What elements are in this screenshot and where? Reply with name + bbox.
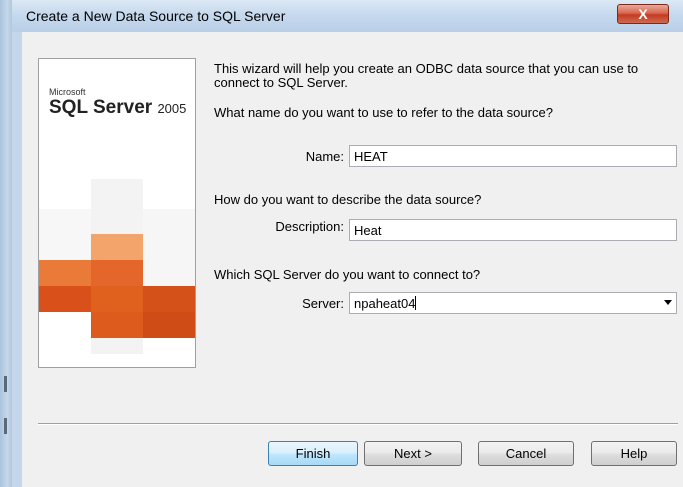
server-question: Which SQL Server do you want to connect … (214, 267, 481, 282)
product-name: SQL Server (49, 97, 153, 118)
microsoft-label: Microsoft (49, 87, 86, 97)
name-field[interactable]: HEAT (349, 145, 677, 167)
sql-server-banner: Microsoft SQL Server 2005 (38, 58, 196, 368)
banner-tile (91, 312, 143, 338)
finish-button[interactable]: Finish (268, 441, 358, 466)
server-label: Server: (302, 296, 344, 311)
description-field[interactable]: Heat (349, 219, 677, 241)
name-label: Name: (305, 149, 344, 164)
next-button[interactable]: Next > (364, 441, 462, 466)
banner-tile (91, 234, 143, 260)
description-question: How do you want to describe the data sou… (214, 192, 482, 207)
close-button[interactable]: X (617, 4, 669, 24)
banner-tile (39, 260, 91, 286)
window-frame (12, 32, 22, 487)
banner-tile (39, 286, 91, 312)
cancel-button[interactable]: Cancel (478, 441, 574, 466)
server-value: npaheat04 (354, 296, 416, 311)
button-divider (38, 423, 678, 425)
name-question: What name do you want to use to refer to… (214, 105, 553, 120)
intro-line-2: connect to SQL Server. (214, 75, 348, 90)
product-version: 2005 (157, 101, 187, 116)
chevron-down-icon[interactable] (664, 300, 672, 305)
window-title: Create a New Data Source to SQL Server (26, 8, 286, 24)
background-window-edge (0, 0, 12, 487)
edge-mark (4, 418, 7, 434)
banner-tile (143, 312, 195, 338)
title-bar[interactable]: Create a New Data Source to SQL Server X (12, 0, 683, 32)
help-button[interactable]: Help (591, 441, 677, 466)
edge-mark (4, 376, 7, 392)
text-cursor (415, 296, 417, 310)
server-combobox[interactable]: npaheat04 (349, 292, 677, 314)
dialog-window: Create a New Data Source to SQL Server X… (12, 0, 683, 487)
banner-tile (91, 260, 143, 286)
dialog-client-area: Microsoft SQL Server 2005 This wizard wi… (22, 32, 683, 487)
banner-tile (91, 286, 143, 312)
banner-tile (143, 286, 195, 312)
product-logo: SQL Server 2005 (49, 97, 186, 119)
close-icon: X (638, 6, 648, 22)
description-label: Description: (275, 219, 344, 234)
intro-line-1: This wizard will help you create an ODBC… (214, 61, 639, 76)
